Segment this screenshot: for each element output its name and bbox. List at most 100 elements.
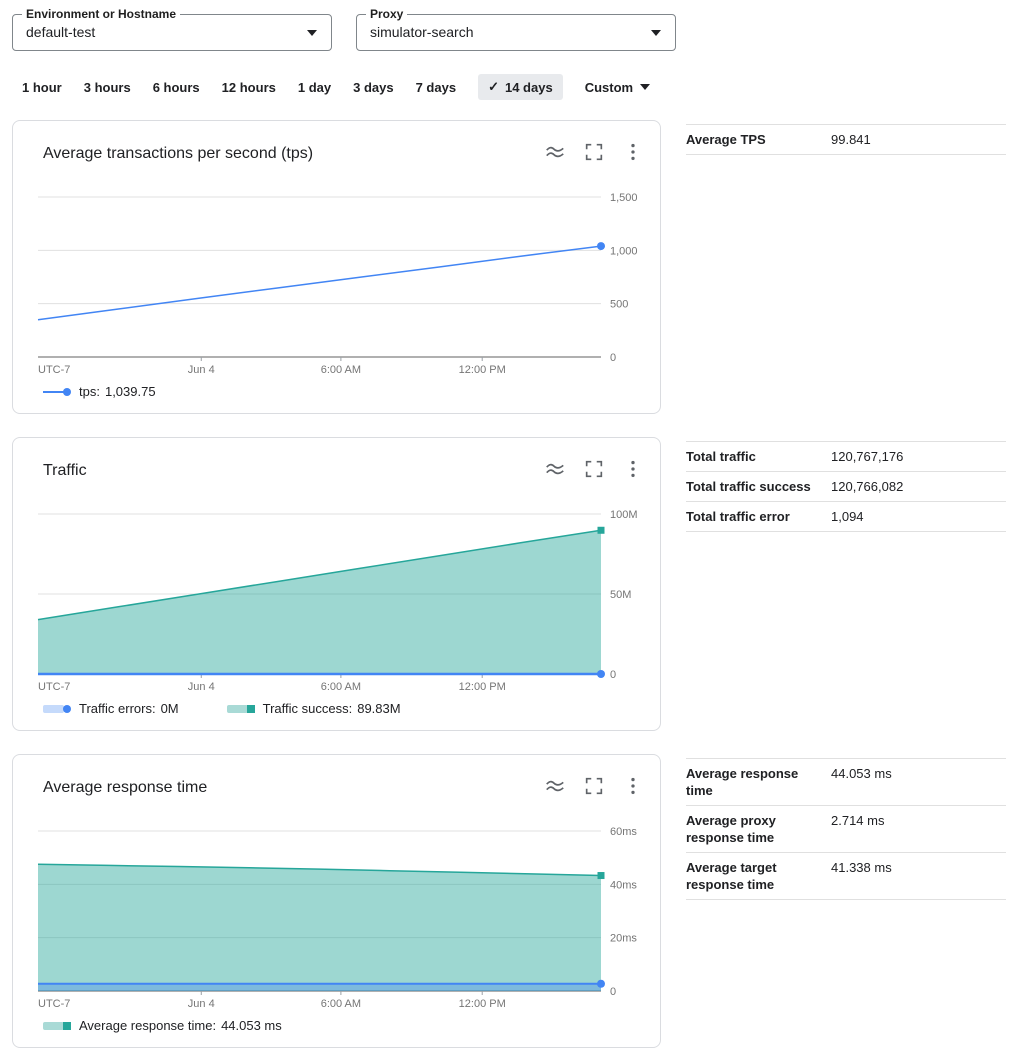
dropdown-arrow-icon [651,30,661,36]
svg-text:100M: 100M [610,509,638,521]
tps-stats-panel: Average TPS 99.841 [686,124,1006,155]
response-time-stats-panel: Average response time 44.053 ms Average … [686,758,1006,900]
chart-type-icon[interactable] [544,458,566,480]
legend-entry-traffic-errors: Traffic errors: 0M [43,701,179,716]
area-series-marker-icon [227,704,255,714]
traffic-chart-canvas[interactable]: 0 50M 100M UTC-7 Jun 4 6:00 AM 12:00 PM [13,496,662,701]
time-range-bar: 1 hour 3 hours 6 hours 12 hours 1 day 3 … [22,74,650,100]
environment-select[interactable]: Environment or Hostname default-test [12,14,332,51]
tps-card-title: Average transactions per second (tps) [43,145,313,163]
stat-row: Total traffic success 120,766,082 [686,471,1006,501]
stat-row: Total traffic 120,767,176 [686,441,1006,471]
svg-text:12:00 PM: 12:00 PM [459,998,506,1010]
legend-value: 44.053 ms [221,1018,282,1033]
svg-text:12:00 PM: 12:00 PM [459,364,506,376]
svg-text:1,000: 1,000 [610,245,638,257]
legend-entry-tps: tps: 1,039.75 [43,384,156,399]
response-time-chart-canvas[interactable]: 0 20ms 40ms 60ms UTC-7 Jun 4 6:00 AM 12:00 PM [13,813,662,1018]
stat-label: Total traffic success [686,478,816,495]
stat-label: Average TPS [686,131,816,148]
stat-label: Average response time [686,765,816,799]
fullscreen-icon[interactable] [583,141,605,163]
proxy-select-label: Proxy [366,7,407,21]
svg-text:6:00 AM: 6:00 AM [321,681,361,693]
legend-label: Traffic errors: [79,701,156,716]
response-time-card: Average response time 0 20ms 40ms 60ms UTC-7… [12,754,661,1048]
time-range-custom[interactable]: Custom [585,75,650,100]
stat-label: Total traffic error [686,508,816,525]
stat-value: 120,766,082 [831,478,903,495]
legend-value: 89.83M [357,701,400,716]
more-options-icon[interactable] [622,775,644,797]
stat-row: Average target response time 41.338 ms [686,852,1006,899]
tps-legend: tps: 1,039.75 [43,384,204,399]
svg-text:UTC-7: UTC-7 [38,998,70,1010]
stat-value: 1,094 [831,508,864,525]
svg-text:0: 0 [610,352,616,364]
time-range-3-hours[interactable]: 3 hours [84,75,131,100]
environment-select-label: Environment or Hostname [22,7,180,21]
time-range-14-days[interactable]: ✓ 14 days [478,74,563,100]
svg-text:UTC-7: UTC-7 [38,681,70,693]
svg-text:12:00 PM: 12:00 PM [459,681,506,693]
svg-text:Jun 4: Jun 4 [188,998,215,1010]
stat-row: Average proxy response time 2.714 ms [686,805,1006,852]
check-icon: ✓ [488,79,499,95]
response-time-card-title: Average response time [43,779,207,797]
svg-text:0: 0 [610,986,616,998]
stat-row: Average response time 44.053 ms [686,758,1006,805]
stat-label: Average target response time [686,859,816,893]
time-range-3-days[interactable]: 3 days [353,75,393,100]
legend-label: Average response time: [79,1018,216,1033]
more-options-icon[interactable] [622,141,644,163]
tps-chart-canvas[interactable]: 05001,0001,500UTC-7Jun 46:00 AM12:00 PM [13,179,662,384]
chart-type-icon[interactable] [544,775,566,797]
traffic-card: Traffic 0 50M 100M UTC-7 Jun 4 6:00 AM 12:00 P… [12,437,661,731]
svg-text:Jun 4: Jun 4 [188,364,215,376]
legend-label: Traffic success: [263,701,353,716]
chart-type-icon[interactable] [544,141,566,163]
traffic-stats-panel: Total traffic 120,767,176 Total traffic … [686,441,1006,532]
svg-text:UTC-7: UTC-7 [38,364,70,376]
fullscreen-icon[interactable] [583,458,605,480]
proxy-select[interactable]: Proxy simulator-search [356,14,676,51]
area-series-marker-icon [43,704,71,714]
more-options-icon[interactable] [622,458,644,480]
svg-text:1,500: 1,500 [610,192,638,204]
dropdown-arrow-icon [640,84,650,90]
svg-text:6:00 AM: 6:00 AM [321,998,361,1010]
stat-label: Total traffic [686,448,816,465]
stat-label: Average proxy response time [686,812,816,846]
time-range-1-day[interactable]: 1 day [298,75,331,100]
line-series-marker-icon [43,387,71,397]
time-range-custom-label: Custom [585,80,633,95]
stat-value: 99.841 [831,131,871,148]
time-range-14-days-label: 14 days [505,80,553,95]
stat-row: Total traffic error 1,094 [686,501,1006,531]
time-range-6-hours[interactable]: 6 hours [153,75,200,100]
legend-entry-traffic-success: Traffic success: 89.83M [227,701,401,716]
time-range-1-hour[interactable]: 1 hour [22,75,62,100]
traffic-legend: Traffic errors: 0M Traffic success: 89.8… [43,701,449,716]
svg-text:6:00 AM: 6:00 AM [321,364,361,376]
traffic-card-title: Traffic [43,462,87,480]
stat-value: 44.053 ms [831,765,892,782]
stat-value: 41.338 ms [831,859,892,876]
area-series-marker-icon [43,1021,71,1031]
svg-text:0: 0 [610,669,616,681]
svg-text:50M: 50M [610,589,631,601]
svg-text:Jun 4: Jun 4 [188,681,215,693]
time-range-7-days[interactable]: 7 days [416,75,456,100]
legend-value: 1,039.75 [105,384,156,399]
legend-value: 0M [161,701,179,716]
legend-label: tps: [79,384,100,399]
tps-card: Average transactions per second (tps) 05… [12,120,661,414]
response-time-legend: Average response time: 44.053 ms [43,1018,330,1033]
svg-text:40ms: 40ms [610,879,637,891]
fullscreen-icon[interactable] [583,775,605,797]
svg-text:20ms: 20ms [610,933,637,945]
svg-text:60ms: 60ms [610,826,637,838]
time-range-12-hours[interactable]: 12 hours [222,75,276,100]
stat-value: 2.714 ms [831,812,884,829]
stat-value: 120,767,176 [831,448,903,465]
